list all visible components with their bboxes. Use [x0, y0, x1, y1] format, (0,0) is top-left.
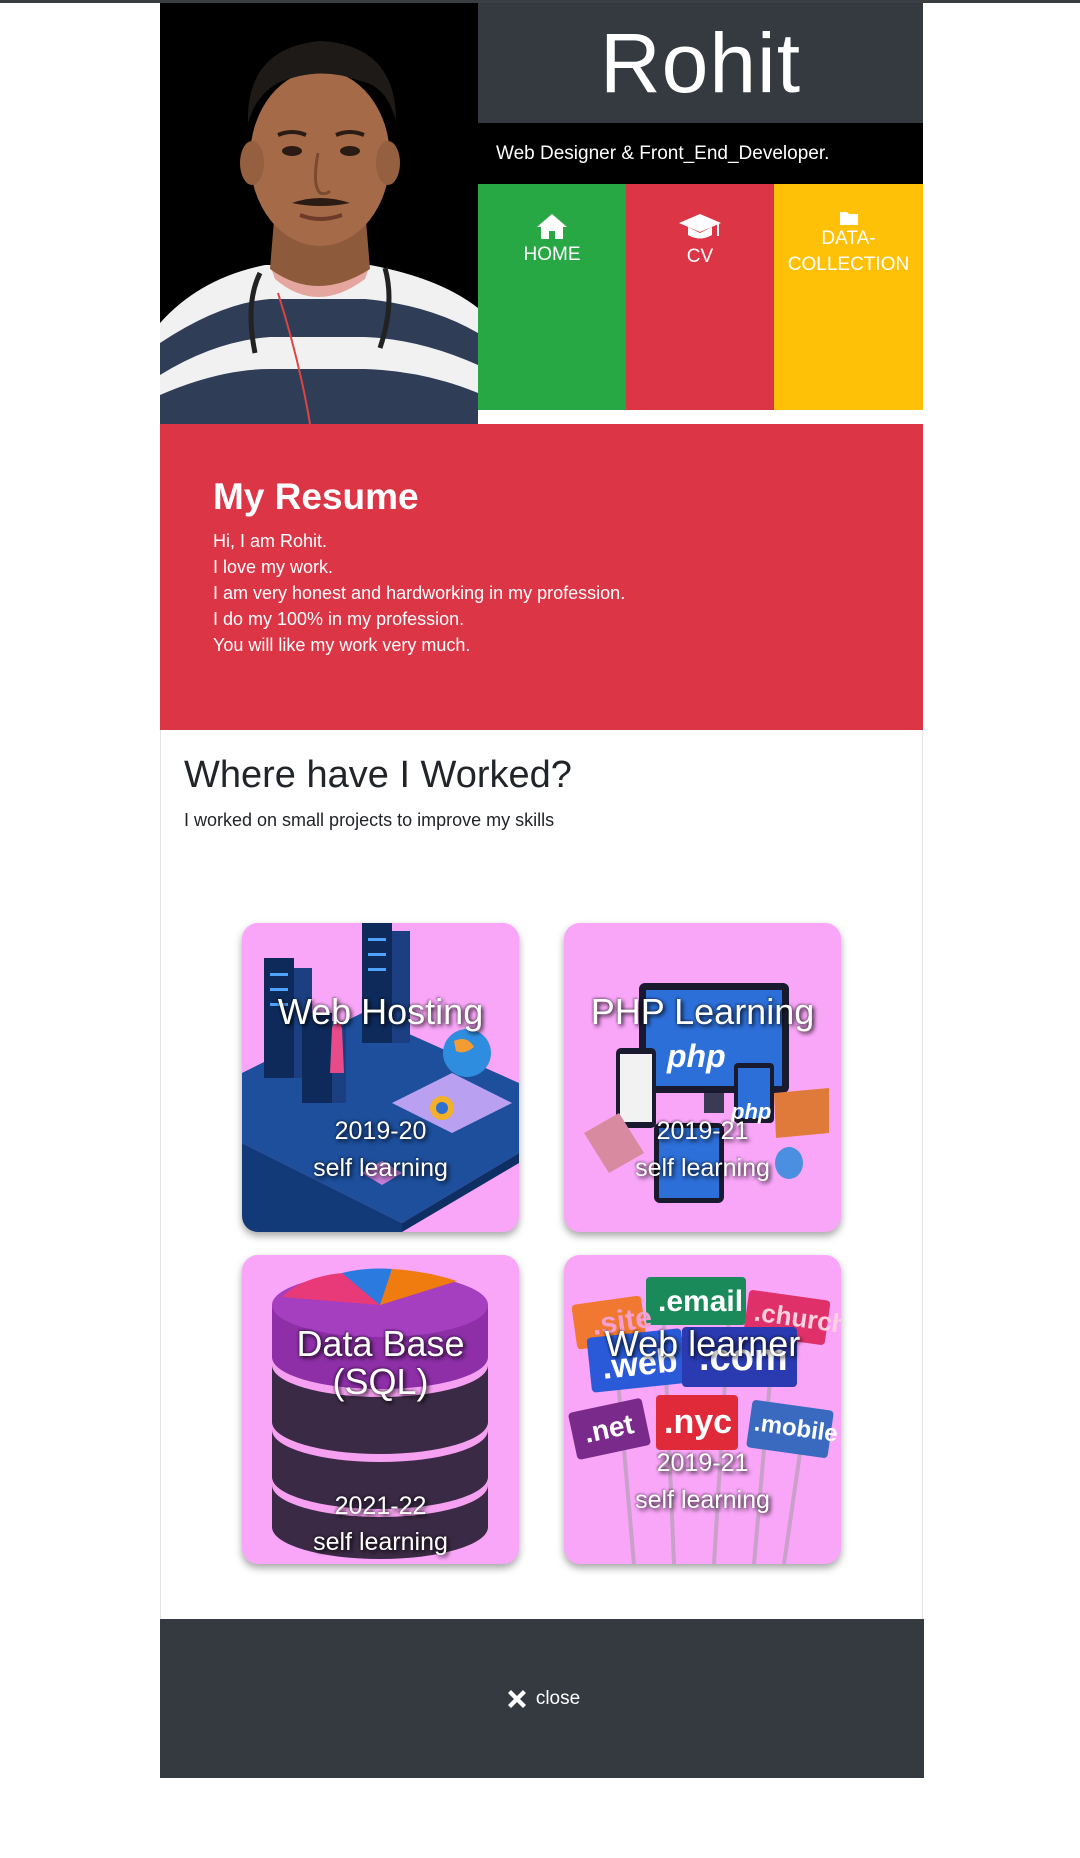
card-year: 2019-20 — [334, 1117, 427, 1145]
resume-line: I love my work. — [213, 557, 334, 577]
nav-tiles: HOME CV DATA- COLLECTION — [478, 184, 923, 410]
nav-data-label-1: DATA- — [821, 228, 876, 249]
nav-data-collection[interactable]: DATA- COLLECTION — [774, 184, 923, 410]
resume-line: I do my 100% in my profession. — [213, 609, 465, 629]
tagline: Web Designer & Front_End_Developer. — [478, 123, 923, 184]
card-mode: self learning — [313, 1528, 448, 1556]
card-year: 2019-21 — [656, 1117, 749, 1145]
profile-photo — [160, 3, 478, 424]
card-mode: self learning — [635, 1154, 770, 1182]
nav-home-label: HOME — [523, 244, 581, 265]
domain-tag: .nyc — [664, 1403, 733, 1441]
card-title-line1: Data Base — [296, 1323, 465, 1364]
server-illustration — [242, 923, 519, 1232]
card-title: Web learner — [604, 1323, 801, 1364]
card-mode: self learning — [635, 1486, 770, 1514]
graduation-cap-icon — [679, 214, 721, 239]
card-year: 2019-21 — [656, 1449, 749, 1477]
worked-section: Where have I Worked? I worked on small p… — [160, 730, 923, 1619]
resume-section: My Resume Hi, I am Rohit. I love my work… — [160, 424, 923, 730]
resume-line: I am very honest and hardworking in my p… — [213, 583, 626, 603]
project-card-database[interactable]: Data Base (SQL) 2021-22 self learning — [242, 1255, 519, 1564]
domain-tag: .email — [658, 1285, 744, 1318]
card-year: 2021-22 — [334, 1492, 427, 1520]
project-card-web-learner[interactable]: .site .email .church .web .com .net .nyc… — [564, 1255, 841, 1564]
project-card-php-learning[interactable]: php php PHP Learning 2019-21 self learni… — [564, 923, 841, 1232]
card-title: PHP Learning — [590, 991, 815, 1032]
php-devices-illustration — [584, 983, 829, 1203]
worked-subtitle: I worked on small projects to improve my… — [184, 810, 555, 830]
footer-close-bar[interactable]: close — [160, 1619, 924, 1778]
resume-title: My Resume — [213, 476, 419, 517]
resume-line: Hi, I am Rohit. — [213, 531, 328, 551]
resume-line: You will like my work very much. — [213, 635, 471, 655]
folder-icon — [839, 212, 858, 225]
card-title-line2: (SQL) — [332, 1361, 429, 1402]
worked-title: Where have I Worked? — [184, 754, 572, 796]
nav-data-label-2: COLLECTION — [787, 254, 910, 275]
person-portrait — [160, 3, 478, 424]
card-title: Web Hosting — [277, 991, 484, 1032]
site-name: Rohit — [478, 3, 923, 123]
close-label: close — [535, 1687, 581, 1709]
project-card-web-hosting[interactable]: Web Hosting 2019-20 self learning — [242, 923, 519, 1232]
home-icon — [537, 214, 567, 239]
php-badge: php — [667, 1038, 726, 1074]
close-button[interactable]: close — [504, 1686, 580, 1712]
nav-home[interactable]: HOME — [478, 184, 626, 410]
card-mode: self learning — [313, 1154, 448, 1182]
nav-cv[interactable]: CV — [626, 184, 774, 410]
nav-cv-label: CV — [686, 246, 714, 267]
close-icon — [507, 1689, 526, 1708]
